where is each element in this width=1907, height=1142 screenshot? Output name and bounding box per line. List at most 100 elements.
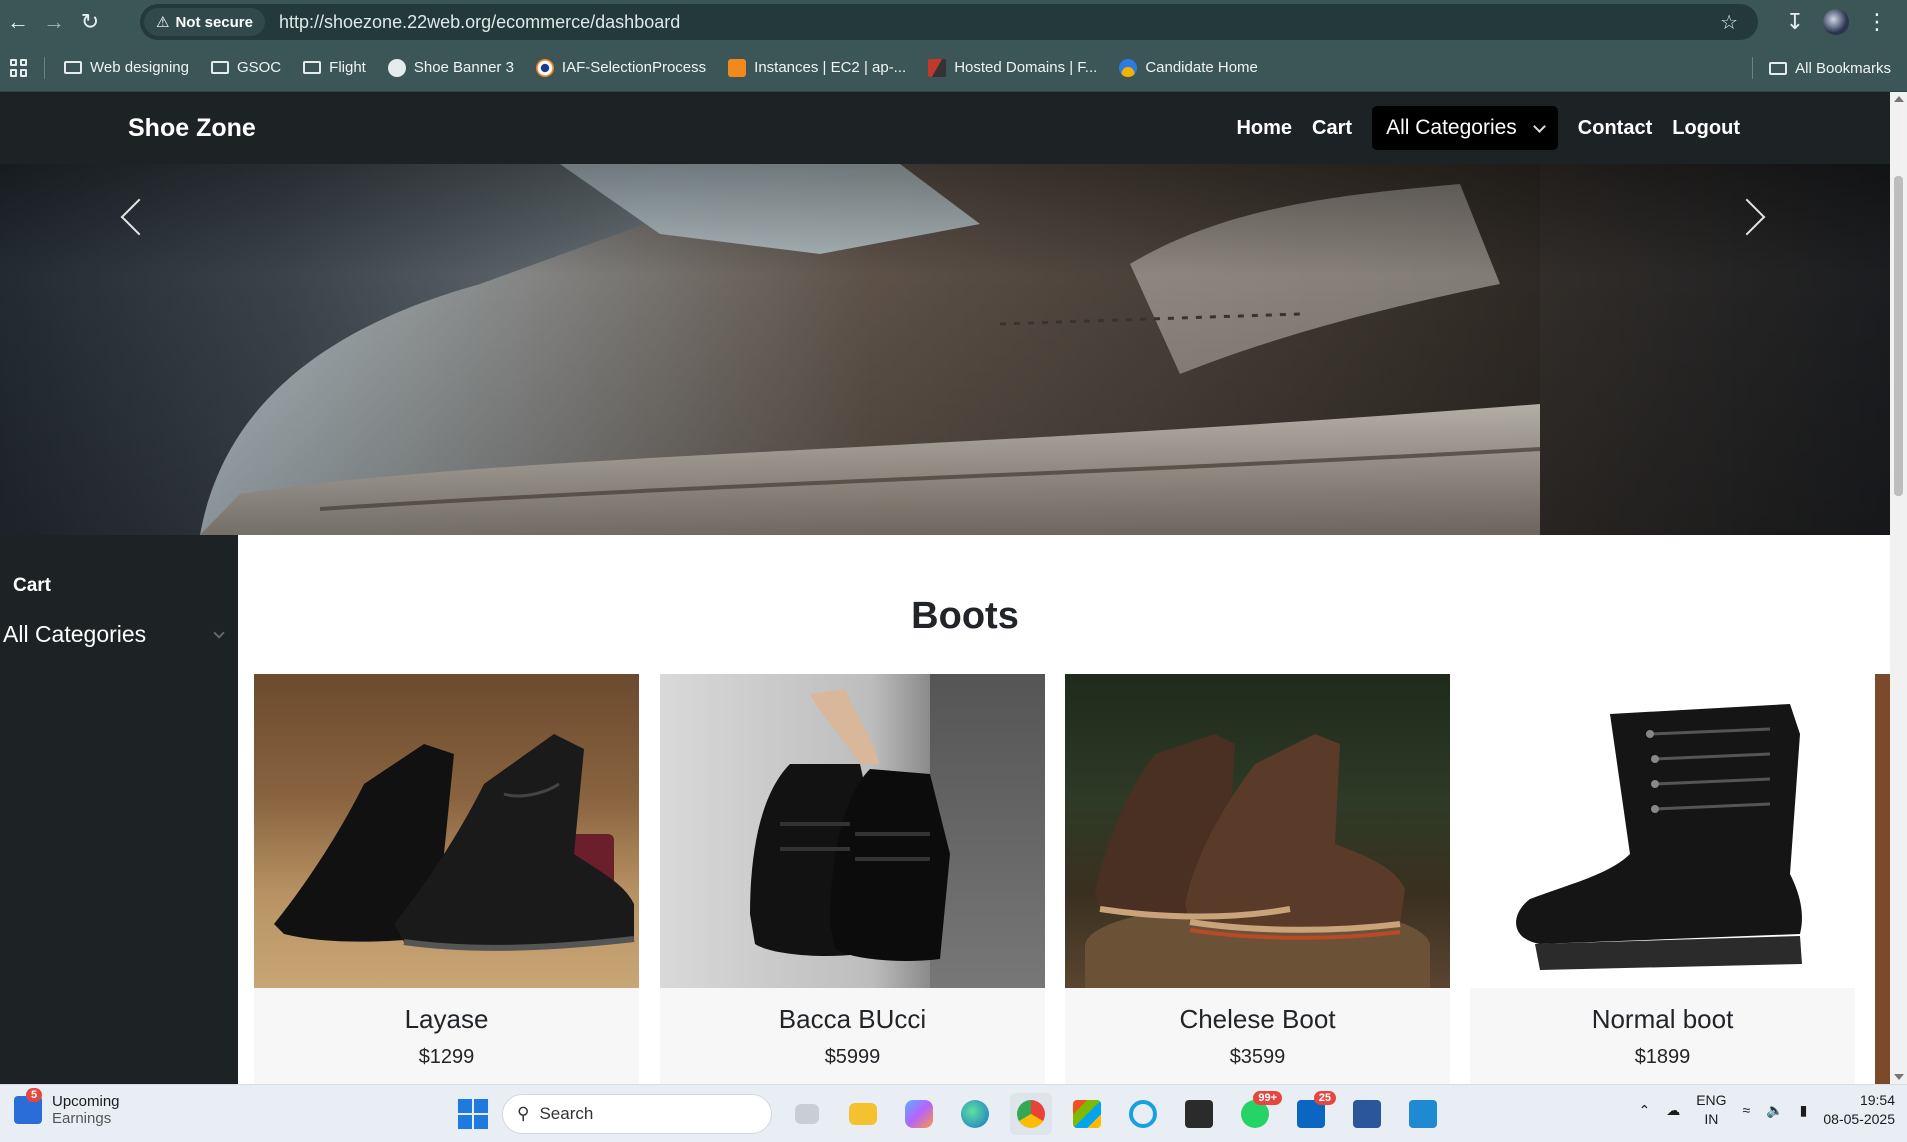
search-icon: ⚲ [517,1104,530,1123]
section-title: Boots [911,595,1019,637]
nav-contact[interactable]: Contact [1578,117,1652,140]
bookmark-candidate-home[interactable]: Candidate Home [1108,44,1269,92]
vscode-icon[interactable] [1402,1093,1444,1135]
nav-cart[interactable]: Cart [1312,117,1352,140]
product-card[interactable]: Chelese Boot $3599 [1065,674,1450,1084]
forward-icon[interactable]: → [36,4,72,40]
terminal-icon[interactable] [1178,1093,1220,1135]
nav-logout[interactable]: Logout [1672,117,1740,140]
clock[interactable]: 19:54 08-05-2025 [1823,1091,1895,1129]
file-explorer-icon[interactable] [842,1093,884,1135]
product-card[interactable]: Layase $1299 [254,674,639,1084]
bookmark-hosted-domains[interactable]: Hosted Domains | F... [917,44,1108,92]
system-tray: ⌃ ☁ ENG IN ≈ 🔈 ▮ 19:54 08-05-2025 [1638,1091,1895,1129]
boot-illustration [1095,734,1405,940]
product-name[interactable]: Normal boot [1470,1004,1855,1035]
sidebar-categories-label: All Categories [3,621,147,647]
taskbar: 5 Upcoming Earnings ⚲ Search 99+ 25 ⌃ ☁ … [0,1084,1907,1142]
security-chip[interactable]: ⚠ Not secure [144,8,265,36]
bookmark-label: Web designing [90,59,189,76]
product-image[interactable] [660,674,1045,988]
volume-icon[interactable]: 🔈 [1766,1102,1783,1119]
nav-categories-dropdown[interactable]: All Categories [1372,106,1558,150]
widget-subtitle: Earnings [52,1110,112,1127]
product-card[interactable]: Normal boot $1899 [1470,674,1855,1084]
product-price: $1899 [1634,1046,1691,1068]
onedrive-icon[interactable]: ☁ [1666,1102,1680,1119]
bookmark-flight[interactable]: Flight [292,44,377,92]
bookmark-iaf[interactable]: IAF-SelectionProcess [525,44,717,92]
sidebar-item-cart[interactable]: Cart [13,575,51,597]
menu-icon[interactable]: ⋮ [1859,4,1895,40]
sidebar-item-categories[interactable]: All Categories [3,621,225,648]
product-image[interactable] [254,674,639,988]
scroll-thumb[interactable] [1894,176,1903,496]
taskbar-search[interactable]: ⚲ Search [502,1094,772,1134]
copilot-icon[interactable] [898,1093,940,1135]
bookmark-star-icon[interactable]: ☆ [1720,10,1738,35]
bookmark-ec2[interactable]: Instances | EC2 | ap-... [717,44,917,92]
chrome-icon[interactable] [1010,1093,1052,1135]
url-text[interactable]: http://shoezone.22web.org/ecommerce/dash… [279,12,680,33]
product-image[interactable] [1065,674,1450,988]
word-icon[interactable] [1346,1093,1388,1135]
task-view-icon[interactable] [786,1093,828,1135]
bookmark-web-designing[interactable]: Web designing [53,44,200,92]
wifi-icon[interactable]: ≈ [1743,1102,1751,1118]
battery-icon[interactable]: ▮ [1800,1102,1808,1119]
taskbar-apps: ⚲ Search 99+ 25 [458,1091,1444,1135]
site-favicon [928,58,947,77]
hero-overlay [0,164,1890,535]
chevron-down-icon [1532,119,1546,133]
language-indicator[interactable]: ENG IN [1696,1091,1726,1129]
lang-bottom: IN [1704,1111,1719,1127]
globe-icon [387,58,406,77]
bookmark-shoe-banner[interactable]: Shoe Banner 3 [377,44,525,92]
address-bar[interactable]: ⚠ Not secure http://shoezone.22web.org/e… [140,4,1758,40]
product-image[interactable] [1470,674,1855,988]
store-icon[interactable] [1066,1093,1108,1135]
hero-carousel [0,164,1890,535]
widget-title: Upcoming [52,1093,120,1110]
chevron-up-icon[interactable]: ⌃ [1638,1102,1650,1119]
product-card[interactable]: Bacca BUcci $5999 [660,674,1045,1084]
site-favicon [535,58,554,77]
bookmark-label: Hosted Domains | F... [954,59,1098,76]
all-bookmarks[interactable]: All Bookmarks [1744,44,1891,92]
folder-icon [303,61,322,74]
page-scrollbar[interactable] [1890,92,1907,1084]
folder-icon [64,61,82,74]
whatsapp-icon[interactable]: 99+ [1234,1091,1282,1135]
cortana-icon[interactable] [1122,1093,1164,1135]
boot-illustration [750,689,950,961]
main-content: Boots Layase $1299 Bacca BUcci $5999 Che… [238,535,1890,1084]
brand-logo[interactable]: Shoe Zone [128,114,256,143]
sidebar: Cart All Categories [0,535,238,1084]
profile-avatar[interactable] [1823,9,1849,35]
scroll-up-icon[interactable] [1894,96,1904,102]
warning-icon: ⚠ [156,14,170,31]
boot-illustration [274,734,635,951]
all-bookmarks-label: All Bookmarks [1795,59,1891,77]
folder-icon [210,61,229,74]
bookmark-label: Instances | EC2 | ap-... [754,59,907,76]
edge-icon[interactable] [954,1093,996,1135]
product-name[interactable]: Bacca BUcci [660,1004,1045,1035]
linkedin-icon[interactable]: 25 [1290,1091,1336,1135]
product-name[interactable]: Chelese Boot [1065,1004,1450,1035]
back-icon[interactable]: ← [0,4,36,40]
download-icon[interactable]: ↧ [1777,4,1813,40]
bookmark-gsoc[interactable]: GSOC [200,44,292,92]
bookmark-label: Candidate Home [1145,59,1258,76]
product-card-partial[interactable] [1875,674,1890,1084]
apps-grid-icon[interactable] [10,58,28,77]
product-name[interactable]: Layase [254,1004,639,1035]
scroll-down-icon[interactable] [1894,1074,1904,1080]
widgets-button[interactable]: 5 Upcoming Earnings [14,1088,120,1127]
linkedin-badge: 25 [1313,1091,1336,1105]
bookmarks-bar: Web designing GSOC Flight Shoe Banner 3 … [0,44,1907,92]
reload-icon[interactable]: ↻ [72,4,108,40]
lang-top: ENG [1696,1092,1727,1108]
nav-home[interactable]: Home [1236,117,1292,140]
windows-start-icon[interactable] [458,1099,488,1129]
